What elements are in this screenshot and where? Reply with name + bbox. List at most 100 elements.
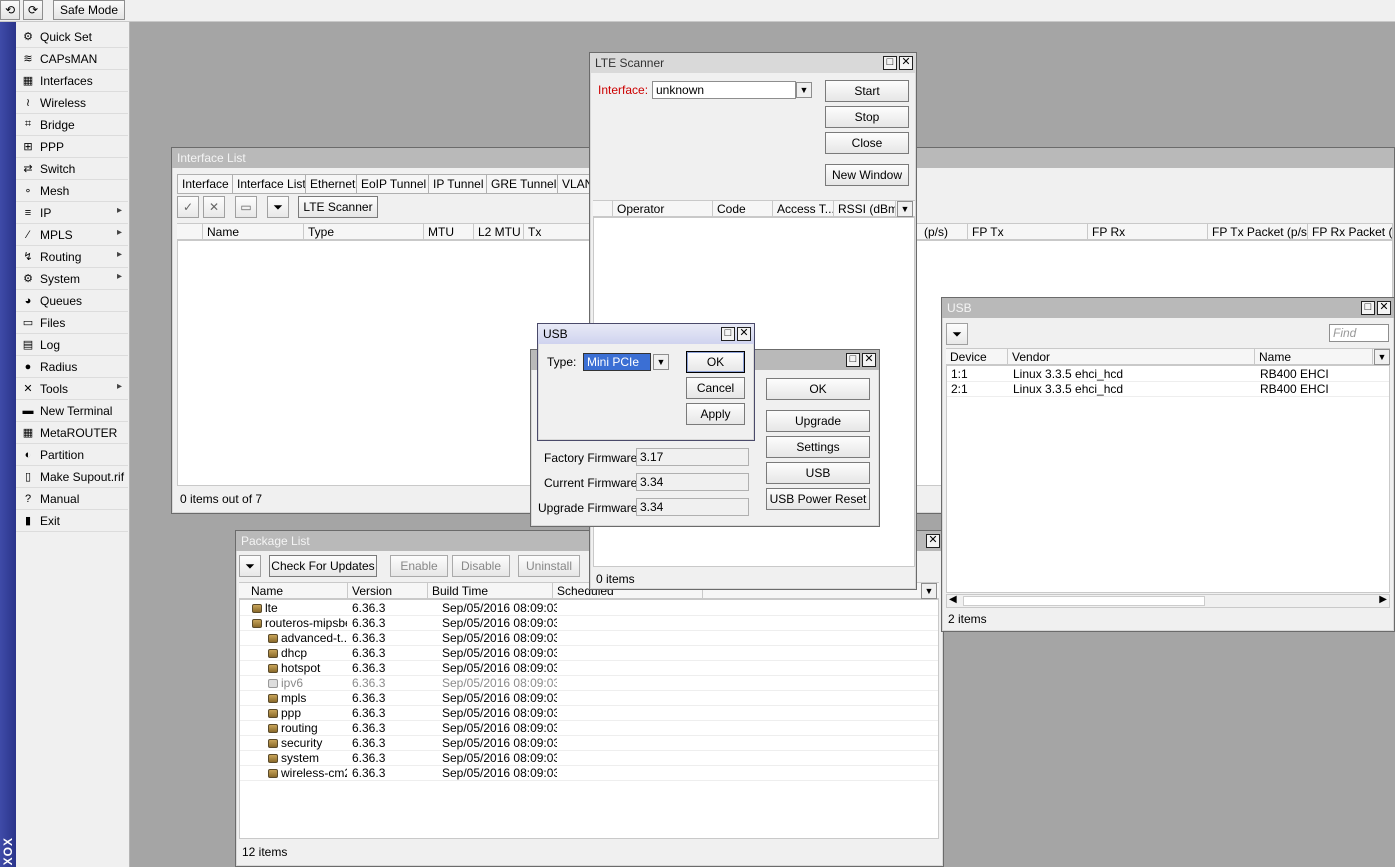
- upgrade-button[interactable]: Upgrade: [766, 410, 870, 432]
- col-fp-tx-packet[interactable]: FP Tx Packet (p/s): [1208, 224, 1308, 240]
- col-rssi[interactable]: RSSI (dBm): [834, 201, 896, 217]
- comment-icon-button[interactable]: ▭: [235, 196, 257, 218]
- col-device[interactable]: Device: [946, 349, 1008, 365]
- maximize-icon[interactable]: □: [721, 327, 735, 341]
- tab-ethernet[interactable]: Ethernet: [305, 174, 361, 194]
- safe-mode-button[interactable]: Safe Mode: [53, 0, 125, 20]
- sidebar-item-files[interactable]: ▭ Files: [16, 312, 128, 334]
- ok-button[interactable]: OK: [766, 378, 870, 400]
- tab-interface[interactable]: Interface: [177, 174, 234, 194]
- sidebar-item-switch[interactable]: ⇄ Switch: [16, 158, 128, 180]
- column-menu-icon[interactable]: ▼: [1374, 349, 1390, 365]
- scroll-right-icon[interactable]: ▶: [1379, 594, 1387, 605]
- usb-ok-button[interactable]: OK: [686, 351, 745, 373]
- sidebar-item-bridge[interactable]: ⌗ Bridge: [16, 114, 128, 136]
- lte-scanner-button[interactable]: LTE Scanner: [298, 196, 378, 218]
- table-row[interactable]: lte 6.36.3 Sep/05/2016 08:09:03: [240, 601, 938, 616]
- maximize-icon[interactable]: □: [883, 56, 897, 70]
- col-vendor[interactable]: Vendor: [1008, 349, 1255, 365]
- table-row[interactable]: mpls 6.36.3 Sep/05/2016 08:09:03: [240, 691, 938, 706]
- sidebar-item-ppp[interactable]: ⊞ PPP: [16, 136, 128, 158]
- find-input[interactable]: Find: [1329, 324, 1389, 342]
- tab-gre-tunnel[interactable]: GRE Tunnel: [486, 174, 562, 194]
- start-button[interactable]: Start: [825, 80, 909, 102]
- col-operator[interactable]: Operator: [613, 201, 713, 217]
- col-name[interactable]: Name: [203, 224, 304, 240]
- lte-scanner-title[interactable]: LTE Scanner: [590, 53, 916, 73]
- tab-eoip-tunnel[interactable]: EoIP Tunnel: [356, 174, 432, 194]
- col-fp-rx[interactable]: FP Rx: [1088, 224, 1208, 240]
- package-filter-button[interactable]: ⏷: [239, 555, 261, 577]
- scrollbar-thumb[interactable]: [963, 596, 1205, 606]
- table-row[interactable]: security 6.36.3 Sep/05/2016 08:09:03: [240, 736, 938, 751]
- sidebar-item-tools[interactable]: ✕ Tools ▸: [16, 378, 128, 400]
- table-row[interactable]: routing 6.36.3 Sep/05/2016 08:09:03: [240, 721, 938, 736]
- table-row[interactable]: advanced-t... 6.36.3 Sep/05/2016 08:09:03: [240, 631, 938, 646]
- sidebar-item-metarouter[interactable]: ▦ MetaROUTER: [16, 422, 128, 444]
- usb-apply-button[interactable]: Apply: [686, 403, 745, 425]
- dropdown-arrow-icon[interactable]: ▼: [653, 354, 669, 370]
- redo-button[interactable]: ⟳: [23, 0, 43, 20]
- sidebar-item-exit[interactable]: ▮ Exit: [16, 510, 128, 532]
- table-row[interactable]: 1:1 Linux 3.3.5 ehci_hcd RB400 EHCI: [947, 367, 1389, 382]
- col-pkg-name[interactable]: Name: [247, 583, 348, 599]
- sidebar-item-quick-set[interactable]: ⚙ Quick Set: [16, 26, 128, 48]
- interface-select[interactable]: unknown: [652, 81, 796, 99]
- close-icon[interactable]: ✕: [899, 56, 913, 70]
- sidebar-item-queues[interactable]: ◕ Queues: [16, 290, 128, 312]
- sidebar-item-mesh[interactable]: ∘ Mesh: [16, 180, 128, 202]
- table-row[interactable]: dhcp 6.36.3 Sep/05/2016 08:09:03: [240, 646, 938, 661]
- table-row[interactable]: wireless-cm2 6.36.3 Sep/05/2016 08:09:03: [240, 766, 938, 781]
- undo-button[interactable]: ⟲: [0, 0, 20, 20]
- col-pkg-build[interactable]: Build Time: [428, 583, 553, 599]
- sidebar-item-manual[interactable]: ? Manual: [16, 488, 128, 510]
- type-select[interactable]: Mini PCIe: [583, 353, 651, 371]
- filter-button[interactable]: ⏷: [267, 196, 289, 218]
- maximize-icon[interactable]: □: [1361, 301, 1375, 315]
- col-ps[interactable]: (p/s): [920, 224, 968, 240]
- usb-list-title[interactable]: USB: [942, 298, 1394, 318]
- table-row[interactable]: system 6.36.3 Sep/05/2016 08:09:03: [240, 751, 938, 766]
- settings-button[interactable]: Settings: [766, 436, 870, 458]
- new-window-button[interactable]: New Window: [825, 164, 909, 186]
- maximize-icon[interactable]: □: [846, 353, 860, 367]
- close-icon[interactable]: ✕: [1377, 301, 1391, 315]
- col-usb-name[interactable]: Name: [1255, 349, 1373, 365]
- close-icon[interactable]: ✕: [737, 327, 751, 341]
- dropdown-arrow-icon[interactable]: ▼: [796, 82, 812, 98]
- table-row[interactable]: hotspot 6.36.3 Sep/05/2016 08:09:03: [240, 661, 938, 676]
- sidebar-item-wireless[interactable]: ≀ Wireless: [16, 92, 128, 114]
- disable-icon-button[interactable]: ✕: [203, 196, 225, 218]
- enable-icon-button[interactable]: ✓: [177, 196, 199, 218]
- usb-filter-button[interactable]: ⏷: [946, 323, 968, 345]
- usb-button[interactable]: USB: [766, 462, 870, 484]
- table-row[interactable]: ipv6 6.36.3 Sep/05/2016 08:09:03: [240, 676, 938, 691]
- sidebar-item-mpls[interactable]: ⁄ MPLS ▸: [16, 224, 128, 246]
- enable-button[interactable]: Enable: [390, 555, 448, 577]
- column-menu-icon[interactable]: ▼: [897, 201, 913, 217]
- sidebar-item-new-terminal[interactable]: ▬ New Terminal: [16, 400, 128, 422]
- col-code[interactable]: Code: [713, 201, 773, 217]
- check-updates-button[interactable]: Check For Updates: [269, 555, 377, 577]
- tab-interface-list[interactable]: Interface List: [232, 174, 311, 194]
- column-menu-icon[interactable]: ▼: [921, 583, 937, 599]
- usb-cancel-button[interactable]: Cancel: [686, 377, 745, 399]
- scroll-left-icon[interactable]: ◀: [949, 594, 957, 605]
- close-button[interactable]: Close: [825, 132, 909, 154]
- sidebar-item-partition[interactable]: ◐ Partition: [16, 444, 128, 466]
- sidebar-item-routing[interactable]: ↯ Routing ▸: [16, 246, 128, 268]
- sidebar-item-system[interactable]: ⚙ System ▸: [16, 268, 128, 290]
- disable-button[interactable]: Disable: [452, 555, 510, 577]
- stop-button[interactable]: Stop: [825, 106, 909, 128]
- col-tx[interactable]: Tx: [524, 224, 594, 240]
- sidebar-item-interfaces[interactable]: ▦ Interfaces: [16, 70, 128, 92]
- close-icon[interactable]: ✕: [926, 534, 940, 548]
- col-type[interactable]: Type: [304, 224, 424, 240]
- col-fp-rx-packet[interactable]: FP Rx Packet (p/s): [1308, 224, 1393, 240]
- table-row[interactable]: 2:1 Linux 3.3.5 ehci_hcd RB400 EHCI: [947, 382, 1389, 397]
- sidebar-item-log[interactable]: ▤ Log: [16, 334, 128, 356]
- usb-power-reset-button[interactable]: USB Power Reset: [766, 488, 870, 510]
- sidebar-item-ip[interactable]: ≡ IP ▸: [16, 202, 128, 224]
- horizontal-scrollbar[interactable]: ◀ ▶: [946, 594, 1390, 608]
- sidebar-item-make-supout-rif[interactable]: ▯ Make Supout.rif: [16, 466, 128, 488]
